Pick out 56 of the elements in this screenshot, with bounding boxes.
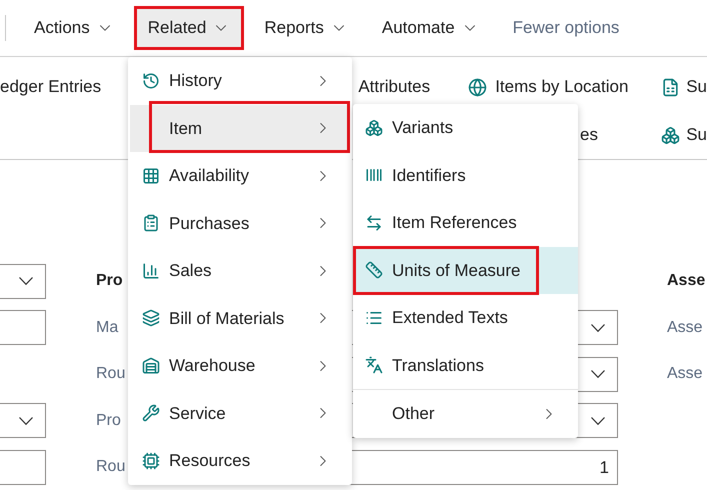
- field-label: Pro: [96, 272, 123, 290]
- boxes-icon: [661, 126, 680, 144]
- fewer-options-link[interactable]: Fewer options: [498, 6, 634, 50]
- grid-icon: [142, 166, 160, 185]
- menu-item[interactable]: Warehouse: [130, 342, 350, 390]
- chevron-down-icon: [591, 416, 605, 425]
- field-label: Asse: [667, 272, 706, 290]
- wrench-icon: [142, 404, 160, 422]
- menu-item[interactable]: Translations: [353, 342, 578, 389]
- chevron-down-icon: [591, 370, 605, 378]
- menu-item[interactable]: Item References: [353, 199, 578, 246]
- field-label: Rou: [96, 458, 126, 476]
- bar-chart-icon: [142, 262, 160, 280]
- menu-item[interactable]: Bill of Materials: [130, 294, 350, 342]
- ribbon-action[interactable]: Items by Location: [495, 74, 628, 100]
- menu-item[interactable]: Availability: [130, 152, 350, 200]
- menu-button[interactable]: Actions: [20, 6, 128, 50]
- menu-item[interactable]: Other: [353, 390, 578, 438]
- warehouse-icon: [142, 356, 160, 375]
- menu-item[interactable]: Purchases: [130, 200, 350, 247]
- layers-icon: [142, 309, 160, 328]
- arrows-icon: [365, 214, 383, 232]
- spreadsheet-icon: [661, 78, 680, 96]
- field-label: Pro: [96, 412, 121, 429]
- ribbon-action[interactable]: Su: [686, 122, 707, 148]
- dropdown-field[interactable]: [0, 264, 46, 299]
- translate-icon: [365, 356, 383, 374]
- menu-button[interactable]: Related: [134, 6, 244, 50]
- field-label: Ma: [96, 318, 118, 336]
- chip-icon: [142, 452, 160, 470]
- chevron-down-icon: [19, 277, 33, 286]
- menu-button[interactable]: Automate: [368, 6, 493, 50]
- chevron-down-icon: [19, 416, 33, 425]
- menu-item[interactable]: Variants: [353, 104, 578, 152]
- dropdown-field[interactable]: [0, 403, 46, 438]
- text-field[interactable]: [0, 310, 46, 346]
- boxes-icon: [365, 118, 383, 137]
- chevron-down-icon: [591, 324, 605, 332]
- menu-item[interactable]: History: [130, 57, 350, 104]
- menu-button[interactable]: Reports: [250, 6, 362, 50]
- ruler-icon: [365, 261, 383, 280]
- globe-icon: [468, 78, 488, 96]
- ribbon-action[interactable]: es: [580, 122, 662, 148]
- field-label: Asse: [667, 318, 703, 336]
- menu-item[interactable]: Units of Measure: [353, 246, 578, 294]
- menu-item[interactable]: Service: [130, 390, 350, 437]
- clipboard-icon: [142, 214, 160, 232]
- text-field[interactable]: [0, 450, 46, 485]
- ribbon-action[interactable]: Attributes: [358, 74, 468, 100]
- menu-item[interactable]: Sales: [130, 247, 350, 294]
- field-label: Rou: [96, 365, 126, 382]
- ribbon-action[interactable]: Su: [686, 74, 707, 100]
- field-label: Asse: [667, 365, 703, 382]
- menu-item[interactable]: Identifiers: [353, 152, 578, 199]
- history-icon: [142, 72, 160, 90]
- menu-item[interactable]: Extended Texts: [353, 294, 578, 342]
